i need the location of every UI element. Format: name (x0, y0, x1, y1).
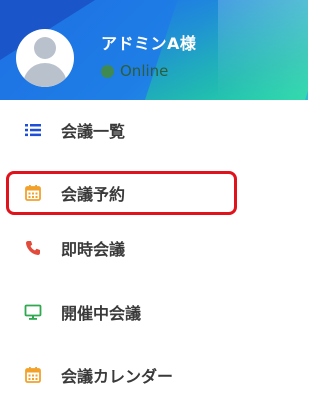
user-avatar-icon[interactable] (16, 29, 74, 87)
sidebar-item-meeting-calendar[interactable]: 会議カレンダー (0, 347, 300, 403)
list-icon (24, 121, 42, 139)
sidebar: アドミンA様 Online 会議一覧 会議予約 即時会議 開催中会議 会議カレン… (0, 0, 308, 403)
phone-icon (24, 239, 42, 257)
status-label: Online (120, 62, 169, 80)
profile-header: アドミンA様 Online (0, 0, 308, 100)
highlight-box (6, 171, 237, 215)
sidebar-item-label: 開催中会議 (61, 304, 142, 323)
online-status-dot-icon (101, 64, 114, 78)
sidebar-item-label: 会議カレンダー (61, 367, 174, 386)
sidebar-item-ongoing-meeting[interactable]: 開催中会議 (0, 284, 300, 340)
sidebar-item-instant-meeting[interactable]: 即時会議 (0, 220, 300, 276)
sidebar-item-meeting-list[interactable]: 会議一覧 (0, 102, 300, 158)
monitor-icon (24, 303, 42, 321)
calendar-icon (24, 366, 42, 384)
avatar-head (34, 37, 56, 59)
sidebar-item-label: 会議一覧 (61, 122, 126, 141)
status-indicator: Online (101, 62, 168, 80)
username: アドミンA様 (101, 34, 197, 53)
sidebar-item-label: 即時会議 (61, 240, 126, 259)
header-decoration (218, 0, 308, 100)
avatar-body (23, 63, 67, 87)
